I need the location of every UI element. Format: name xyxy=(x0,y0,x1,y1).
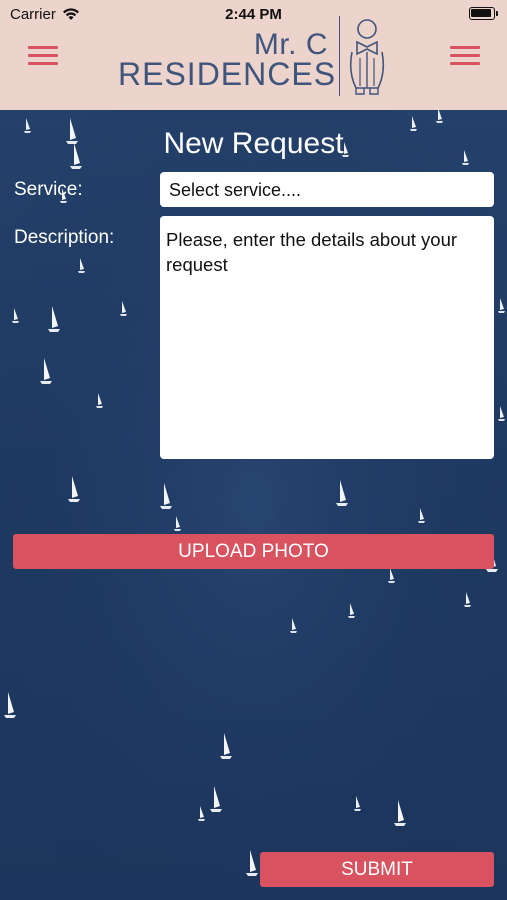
service-label: Service: xyxy=(14,179,83,200)
left-menu-button[interactable] xyxy=(28,43,60,69)
battery-icon xyxy=(469,7,498,20)
upload-photo-button[interactable]: UPLOAD PHOTO xyxy=(13,534,494,569)
submit-button[interactable]: SUBMIT xyxy=(260,852,494,887)
right-menu-button[interactable] xyxy=(450,43,482,69)
brand-logo: Mr. C RESIDENCES xyxy=(118,16,398,110)
app-header: Mr. C RESIDENCES xyxy=(0,16,507,110)
page-title: New Request xyxy=(163,127,344,160)
logo-divider xyxy=(339,16,340,96)
description-textarea[interactable]: Please, enter the details about your req… xyxy=(160,216,494,459)
hamburger-menu-icon xyxy=(28,46,58,49)
clock: 2:44 PM xyxy=(225,6,282,23)
request-form-screen: New Request Service: Select service.... … xyxy=(0,110,507,900)
hamburger-menu-icon xyxy=(450,46,480,49)
logo-line2: RESIDENCES xyxy=(118,56,337,92)
description-label: Description: xyxy=(14,227,115,248)
status-bar: Carrier 2:44 PM xyxy=(0,0,507,28)
butler-mascot-icon xyxy=(349,19,385,95)
service-select[interactable]: Select service.... xyxy=(160,172,494,207)
